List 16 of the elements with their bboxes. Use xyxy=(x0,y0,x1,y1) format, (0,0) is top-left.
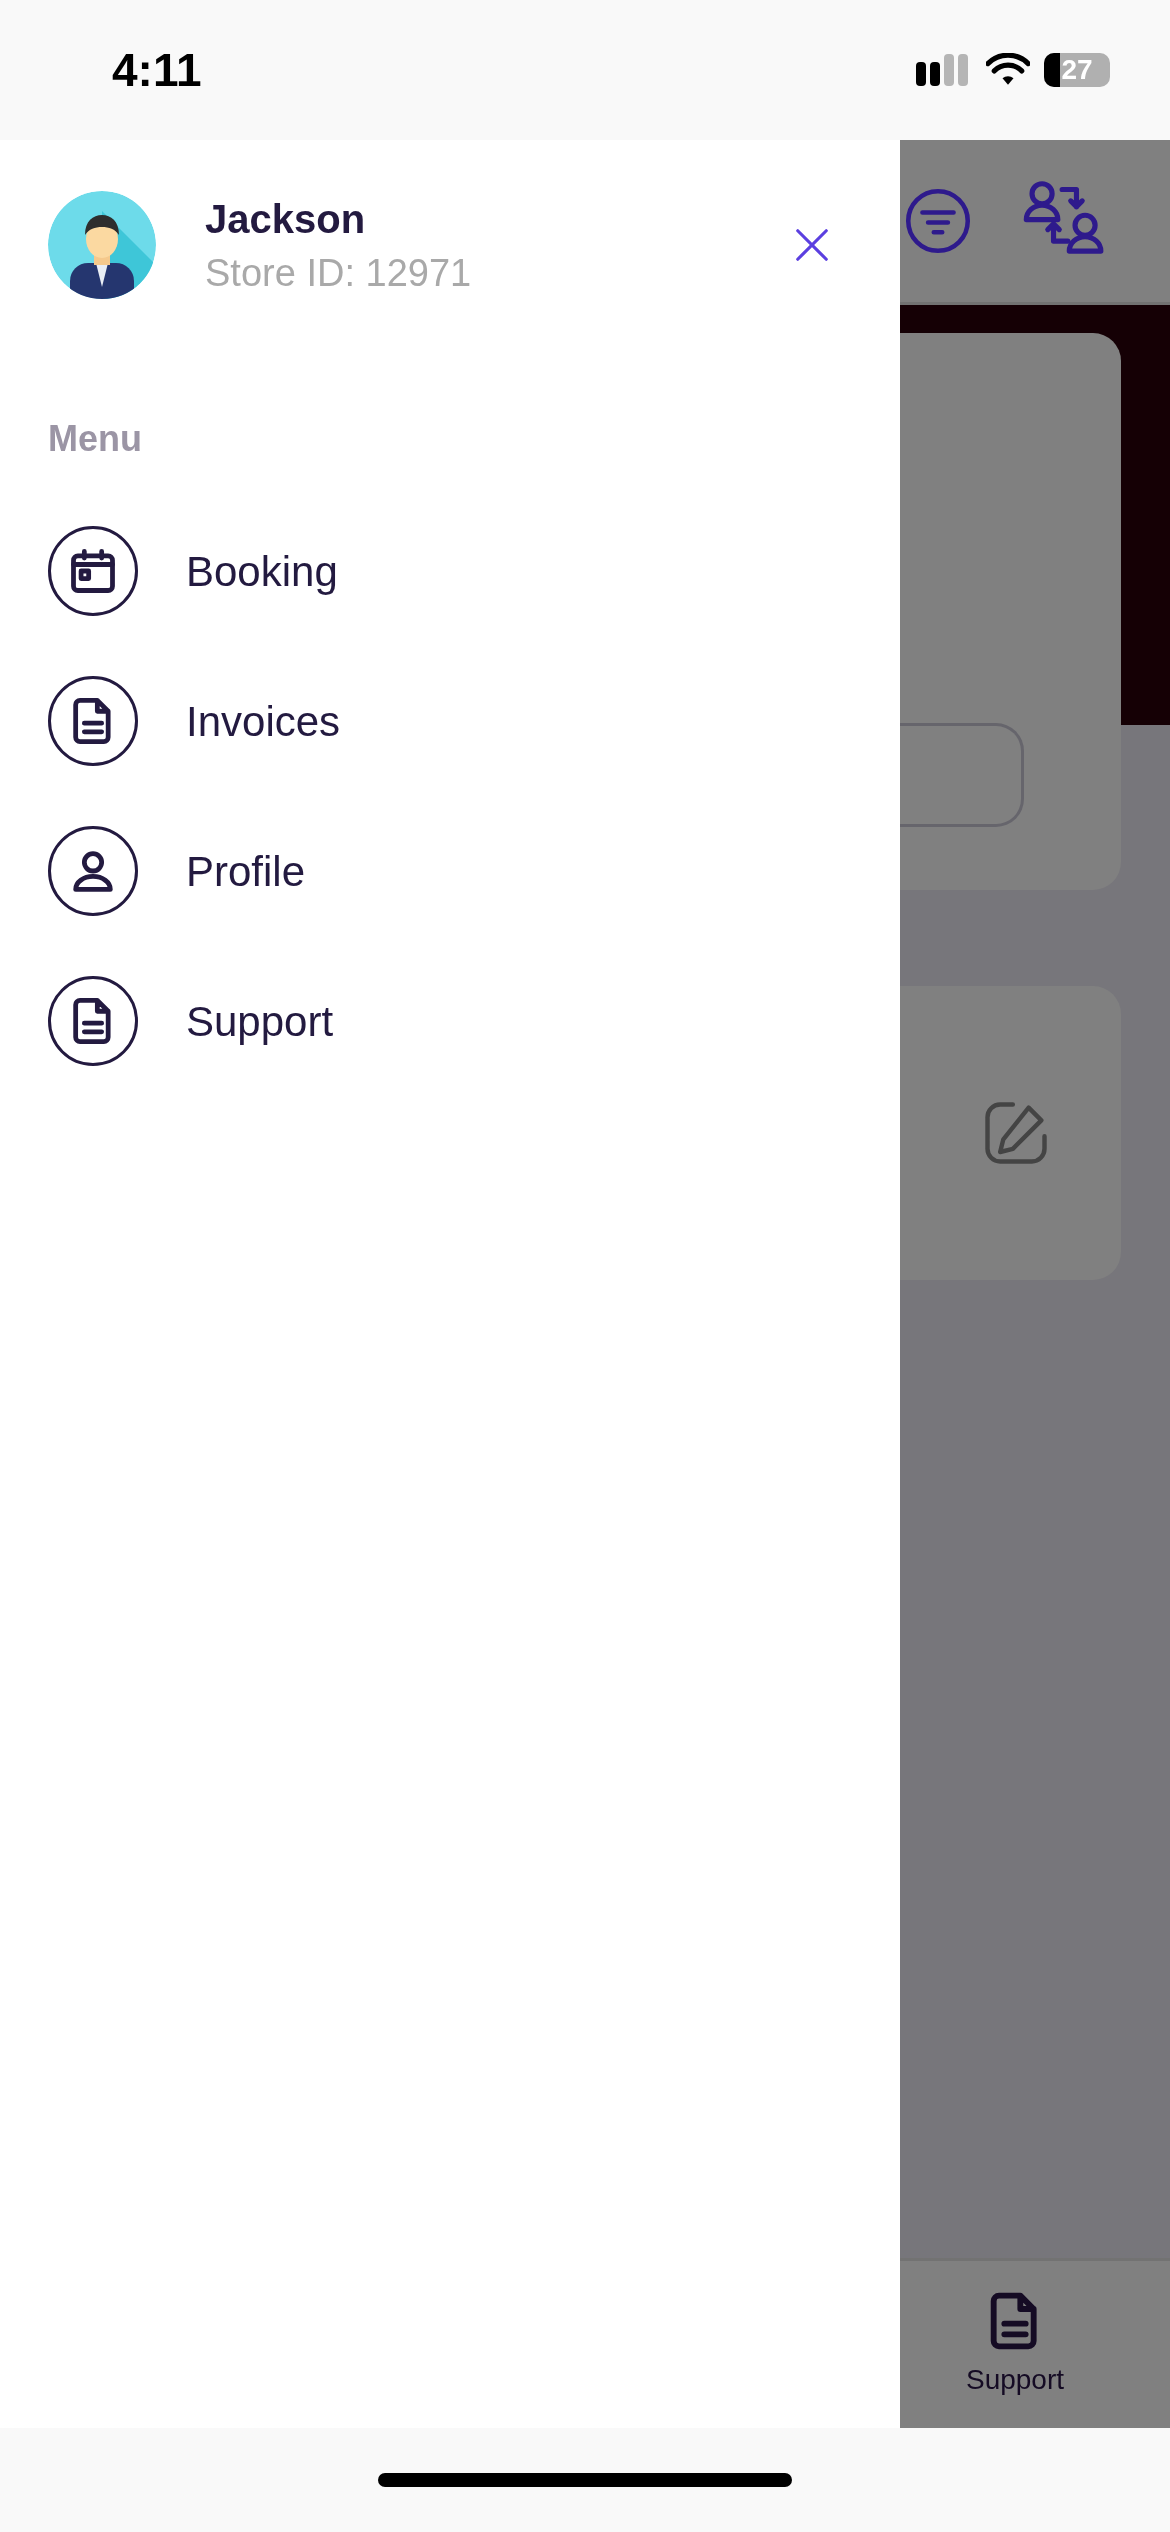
menu-heading: Menu xyxy=(48,417,143,461)
text-field[interactable] xyxy=(900,723,1024,827)
menu-item[interactable]: Invoices xyxy=(0,646,900,796)
close-icon xyxy=(793,226,831,264)
user-name: Jackson xyxy=(205,196,367,243)
store-id: Store ID: 12971 xyxy=(205,251,472,296)
wifi-icon xyxy=(986,53,1030,87)
menu-item[interactable]: Booking xyxy=(0,496,900,646)
battery-level: 27 xyxy=(1061,56,1093,84)
status-time: 4:11 xyxy=(112,42,202,98)
battery-fill xyxy=(1044,53,1060,87)
filter-icon[interactable] xyxy=(904,187,972,255)
avatar-icon xyxy=(48,191,156,299)
bottom-nav-item[interactable]: Support xyxy=(900,2258,1170,2428)
menu-item[interactable]: Support xyxy=(0,946,900,1096)
menu-item[interactable]: Profile xyxy=(0,796,900,946)
